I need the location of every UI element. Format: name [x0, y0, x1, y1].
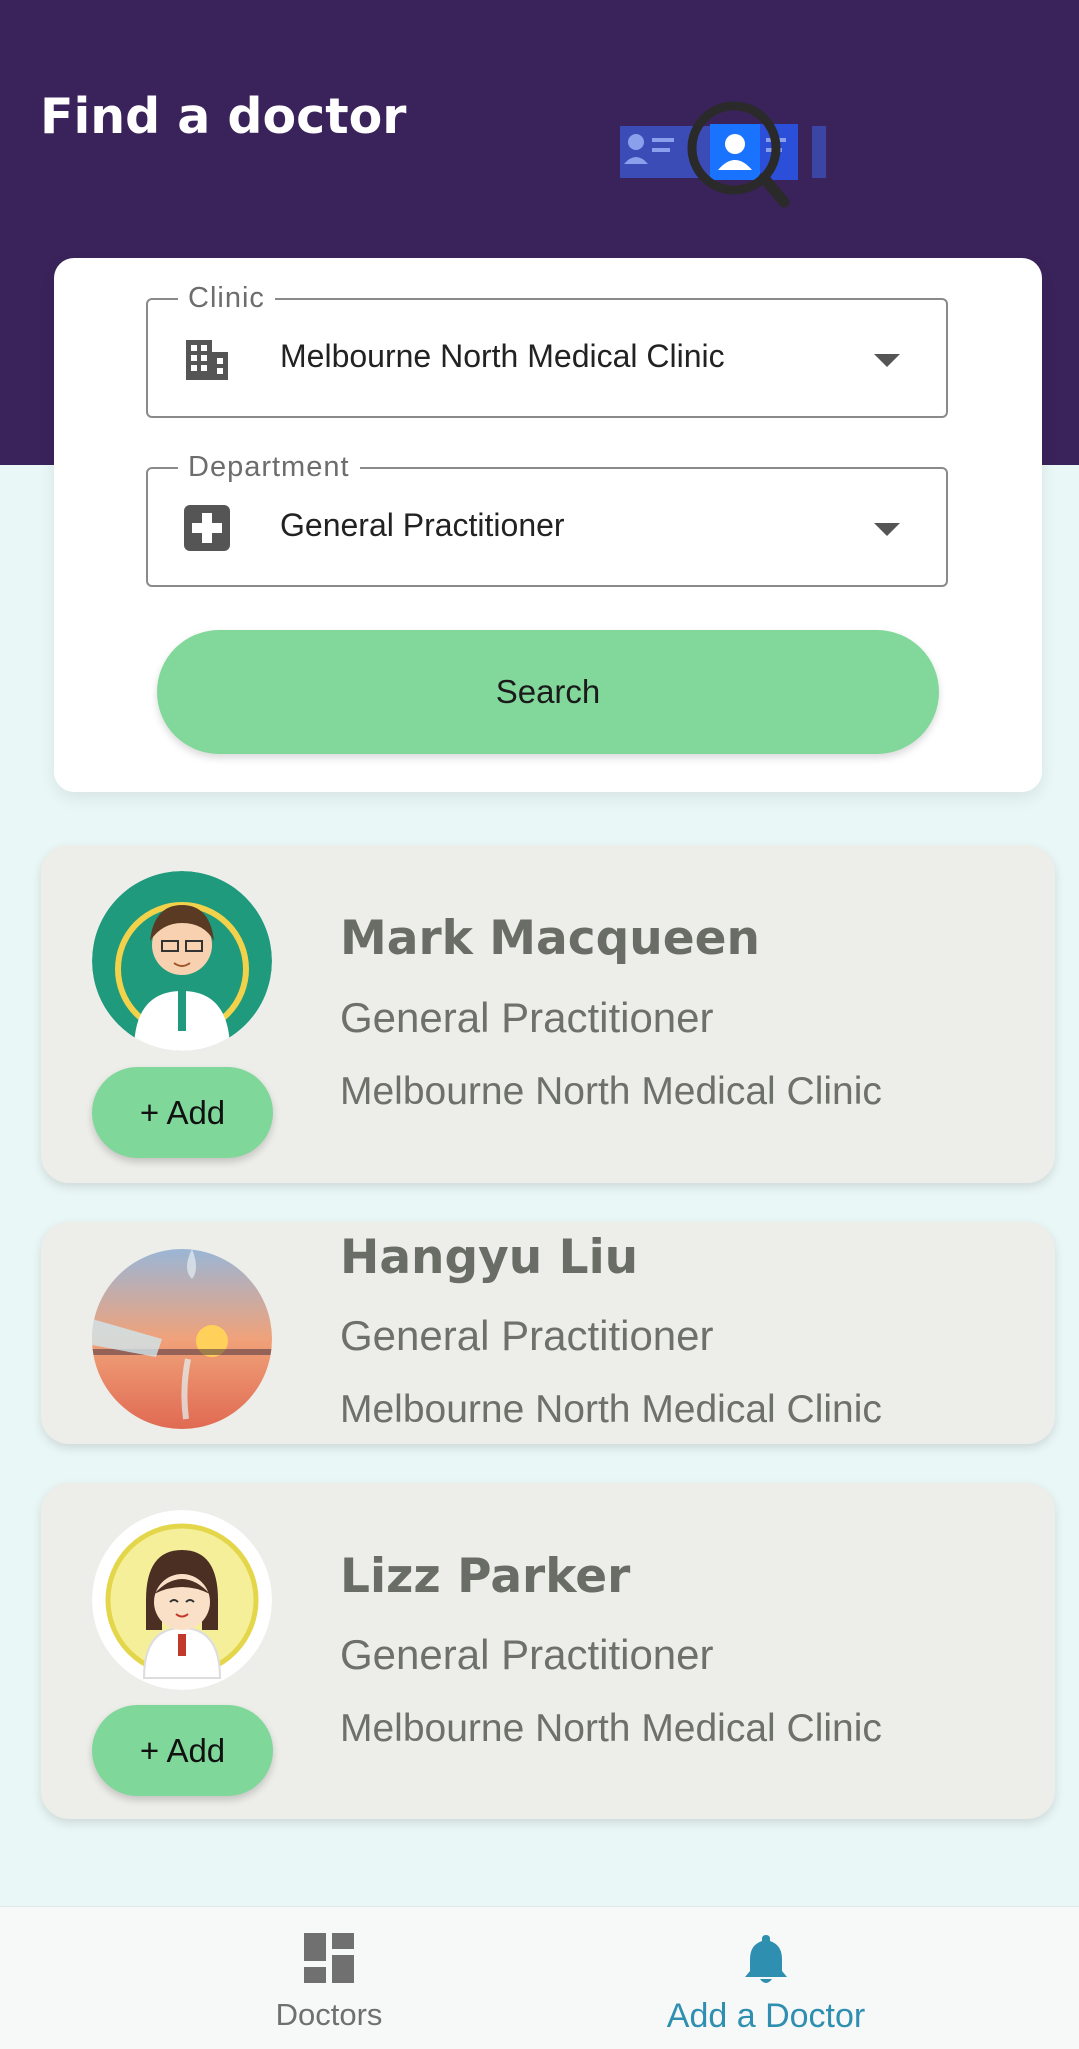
doctor-avatar-photo-icon	[92, 1249, 272, 1429]
nav-item-doctors[interactable]: Doctors	[179, 1907, 479, 2049]
doctor-card[interactable]: + Add Lizz Parker General Practitioner M…	[41, 1483, 1055, 1819]
doctor-name: Mark Macqueen	[340, 911, 760, 966]
doctor-search-illustration-icon	[620, 101, 826, 208]
doctor-clinic: Melbourne North Medical Clinic	[340, 1707, 882, 1750]
doctor-department: General Practitioner	[340, 994, 714, 1041]
doctor-card[interactable]: Hangyu Liu General Practitioner Melbourn…	[41, 1222, 1055, 1444]
search-card: Clinic Melbourne North Medical Clinic De…	[54, 258, 1042, 792]
doctor-department: General Practitioner	[340, 1312, 714, 1359]
medical-cross-icon	[184, 505, 230, 551]
clinic-select[interactable]: Clinic Melbourne North Medical Clinic	[146, 282, 948, 418]
doctor-name: Lizz Parker	[340, 1549, 631, 1604]
doctor-clinic: Melbourne North Medical Clinic	[340, 1070, 882, 1113]
doctor-clinic: Melbourne North Medical Clinic	[340, 1388, 882, 1431]
building-icon	[186, 340, 228, 380]
department-value: General Practitioner	[280, 507, 565, 543]
doctor-card[interactable]: + Add Mark Macqueen General Practitioner…	[41, 845, 1055, 1183]
chevron-down-icon[interactable]	[874, 523, 900, 536]
search-button[interactable]: Search	[157, 630, 939, 754]
doctor-avatar	[92, 871, 272, 1051]
clinic-value: Melbourne North Medical Clinic	[280, 338, 725, 374]
doctor-department: General Practitioner	[340, 1631, 714, 1678]
bottom-navigation: Doctors Add a Doctor	[0, 1906, 1079, 2049]
page-title: Find a doctor	[40, 88, 407, 145]
doctor-avatar	[92, 1510, 272, 1690]
doctor-avatar	[92, 1249, 272, 1429]
bell-icon	[745, 1935, 787, 1983]
nav-item-add-a-doctor[interactable]: Add a Doctor	[616, 1907, 916, 2049]
dashboard-icon	[304, 1933, 354, 1983]
chevron-down-icon[interactable]	[874, 354, 900, 367]
doctor-avatar-female-icon	[92, 1510, 272, 1690]
doctor-avatar-male-icon	[92, 871, 272, 1051]
nav-label-doctors: Doctors	[275, 1997, 383, 2032]
doctor-name: Hangyu Liu	[340, 1230, 639, 1285]
add-doctor-button[interactable]: + Add	[92, 1705, 273, 1796]
add-doctor-button[interactable]: + Add	[92, 1067, 273, 1158]
department-select[interactable]: Department General Practitioner	[146, 451, 948, 587]
nav-label-add-a-doctor: Add a Doctor	[666, 1997, 866, 2035]
department-label: Department	[178, 451, 360, 484]
clinic-label: Clinic	[178, 282, 275, 315]
